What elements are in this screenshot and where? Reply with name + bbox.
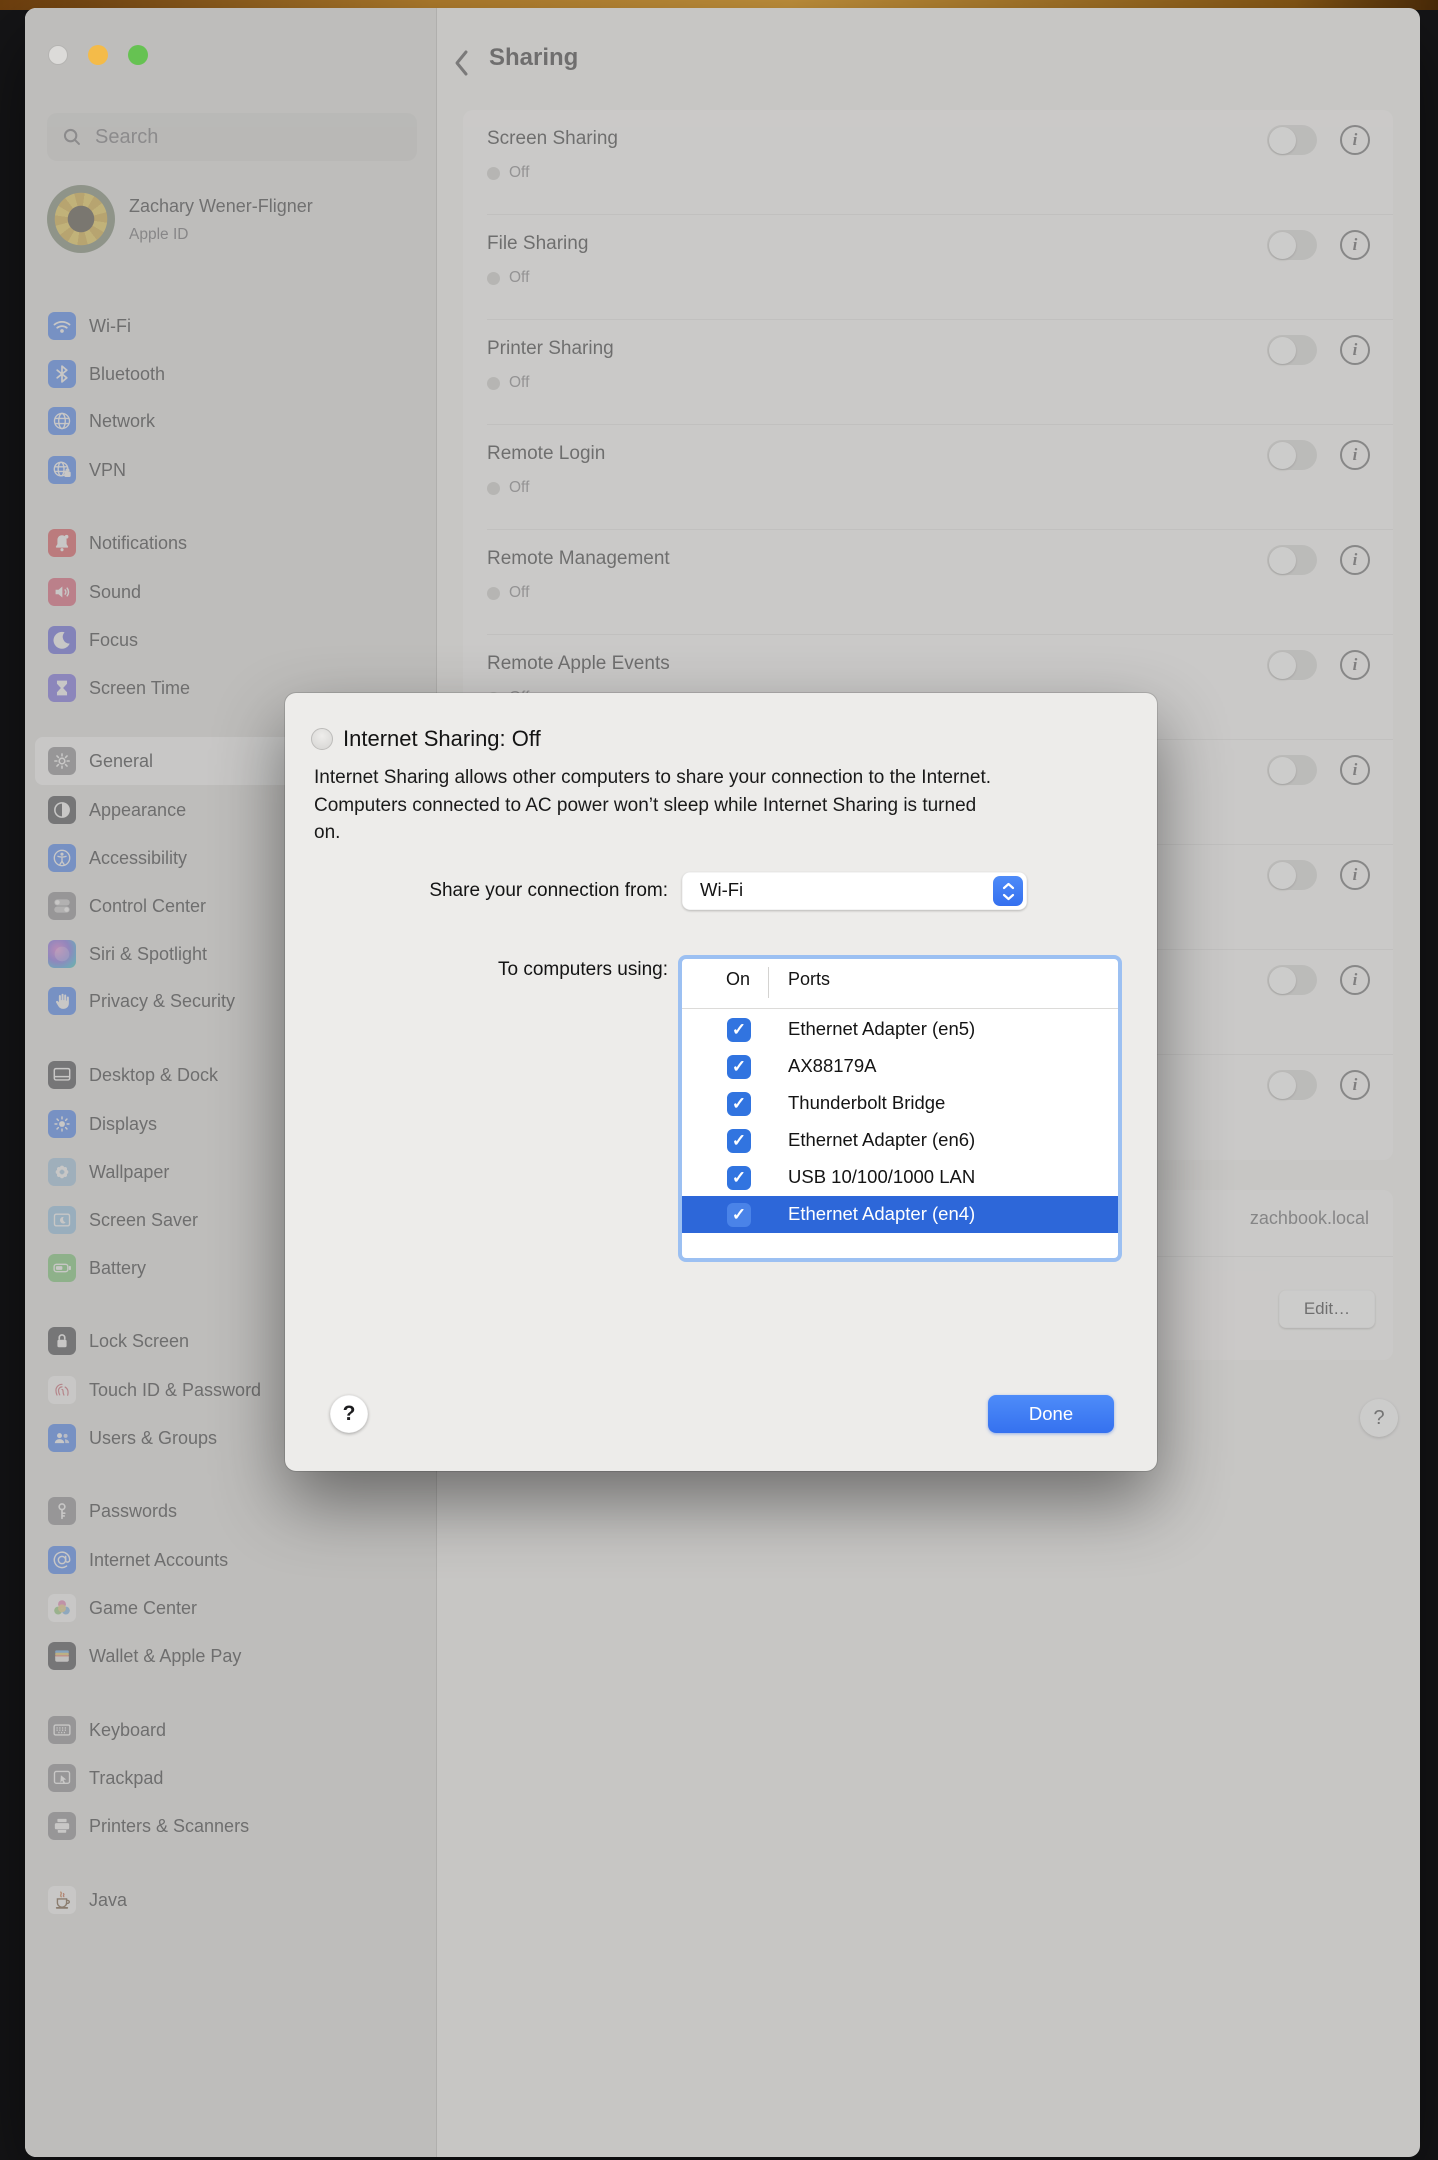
port-label: USB 10/100/1000 LAN (788, 1166, 975, 1188)
share-from-value: Wi-Fi (700, 879, 743, 901)
minimize-button[interactable] (88, 45, 108, 65)
share-from-popup[interactable]: Wi-Fi (682, 872, 1027, 910)
column-header-ports: Ports (788, 969, 830, 990)
dialog-title: Internet Sharing: Off (343, 726, 541, 752)
close-button[interactable] (48, 45, 68, 65)
checkbox-checked-icon[interactable]: ✓ (727, 1055, 751, 1079)
ports-table[interactable]: On Ports ✓ Ethernet Adapter (en5)✓ AX881… (678, 955, 1122, 1262)
column-divider (768, 967, 769, 998)
popup-stepper-icon (993, 876, 1023, 906)
checkbox-checked-icon[interactable]: ✓ (727, 1129, 751, 1153)
port-row-ethernet-adapter-en6[interactable]: ✓ Ethernet Adapter (en6) (682, 1122, 1118, 1159)
internet-sharing-dialog: Internet Sharing: Off Internet Sharing a… (285, 693, 1157, 1471)
status-indicator (311, 728, 333, 750)
checkbox-checked-icon[interactable]: ✓ (727, 1166, 751, 1190)
port-row-thunderbolt-bridge[interactable]: ✓ Thunderbolt Bridge (682, 1085, 1118, 1122)
port-label: Thunderbolt Bridge (788, 1092, 945, 1114)
port-row-ethernet-adapter-en4[interactable]: ✓ Ethernet Adapter (en4) (682, 1196, 1118, 1233)
port-label: Ethernet Adapter (en6) (788, 1129, 975, 1151)
share-from-label: Share your connection from: (285, 880, 668, 902)
dialog-help-button[interactable]: ? (330, 1395, 368, 1433)
header-divider (682, 1008, 1118, 1009)
zoom-button[interactable] (128, 45, 148, 65)
port-label: Ethernet Adapter (en4) (788, 1203, 975, 1225)
checkbox-checked-icon[interactable]: ✓ (727, 1203, 751, 1227)
port-row-usb-10-100-1000-lan[interactable]: ✓ USB 10/100/1000 LAN (682, 1159, 1118, 1196)
port-row-ax88179a[interactable]: ✓ AX88179A (682, 1048, 1118, 1085)
done-button[interactable]: Done (988, 1395, 1114, 1433)
port-label: Ethernet Adapter (en5) (788, 1018, 975, 1040)
port-row-ethernet-adapter-en5[interactable]: ✓ Ethernet Adapter (en5) (682, 1011, 1118, 1048)
to-computers-label: To computers using: (285, 959, 668, 981)
column-header-on: On (722, 969, 754, 990)
checkbox-checked-icon[interactable]: ✓ (727, 1092, 751, 1116)
checkbox-checked-icon[interactable]: ✓ (727, 1018, 751, 1042)
system-settings-window: Search Zachary Wener-Fligner Apple ID Wi… (25, 8, 1420, 2157)
port-label: AX88179A (788, 1055, 876, 1077)
dialog-description: Internet Sharing allows other computers … (314, 764, 1004, 847)
